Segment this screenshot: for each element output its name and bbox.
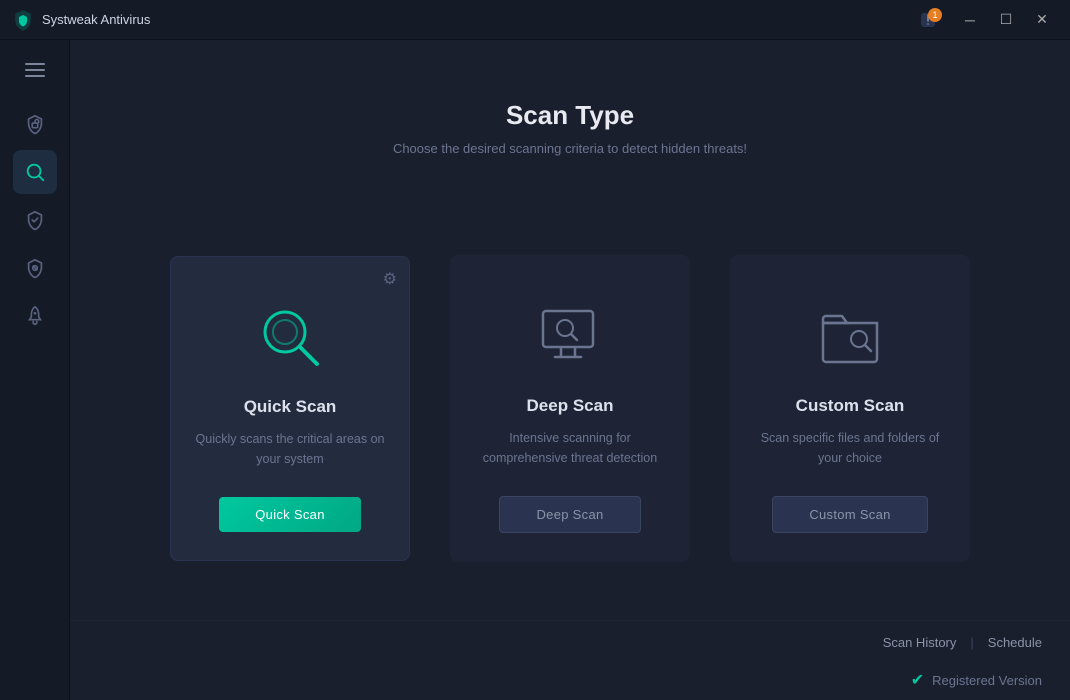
shield-check-icon	[24, 209, 46, 231]
content-area: Scan Type Choose the desired scanning cr…	[70, 40, 1070, 700]
footer: Scan History | Schedule	[70, 620, 1070, 660]
quick-scan-title: Quick Scan	[244, 397, 337, 417]
bottom-bar: ✔ Registered Version	[70, 660, 1070, 700]
rocket-icon	[24, 305, 46, 327]
titlebar: Systweak Antivirus 1 ─ ☐ ✕	[0, 0, 1070, 40]
page-subtitle: Choose the desired scanning criteria to …	[70, 141, 1070, 156]
custom-scan-button[interactable]: Custom Scan	[772, 496, 927, 533]
quick-scan-button[interactable]: Quick Scan	[219, 497, 360, 532]
registered-icon: ✔	[911, 670, 924, 690]
deep-scan-icon	[530, 296, 610, 376]
scan-cards-container: ⚙ Quick Scan Quickly scans the critical …	[70, 196, 1070, 620]
shield-lock-icon	[24, 113, 46, 135]
quick-scan-desc: Quickly scans the critical areas on your…	[191, 429, 389, 469]
app-logo: Systweak Antivirus	[12, 9, 150, 31]
shield-block-icon	[24, 257, 46, 279]
search-icon	[24, 161, 46, 183]
deep-scan-button[interactable]: Deep Scan	[499, 496, 640, 533]
app-icon	[12, 9, 34, 31]
sidebar-item-security[interactable]	[13, 198, 57, 242]
custom-scan-title: Custom Scan	[796, 396, 905, 416]
footer-links: Scan History | Schedule	[883, 635, 1042, 650]
notification-button[interactable]: 1	[912, 6, 944, 34]
sidebar-item-protection[interactable]	[13, 102, 57, 146]
schedule-link[interactable]: Schedule	[988, 635, 1042, 650]
card-settings-icon[interactable]: ⚙	[383, 269, 397, 289]
sidebar-item-boost[interactable]	[13, 294, 57, 338]
hamburger-menu[interactable]	[13, 50, 57, 90]
custom-scan-card[interactable]: Custom Scan Scan specific files and fold…	[730, 255, 970, 562]
custom-scan-desc: Scan specific files and folders of your …	[751, 428, 949, 468]
deep-scan-title: Deep Scan	[527, 396, 614, 416]
hamburger-icon	[25, 63, 45, 77]
footer-divider: |	[970, 635, 973, 650]
window-controls: 1 ─ ☐ ✕	[912, 6, 1058, 34]
page-header: Scan Type Choose the desired scanning cr…	[70, 40, 1070, 196]
maximize-button[interactable]: ☐	[990, 6, 1022, 34]
sidebar-item-block[interactable]	[13, 246, 57, 290]
main-layout: Scan Type Choose the desired scanning cr…	[0, 40, 1070, 700]
app-title: Systweak Antivirus	[42, 12, 150, 27]
scan-history-link[interactable]: Scan History	[883, 635, 957, 650]
page-title: Scan Type	[70, 100, 1070, 131]
sidebar	[0, 40, 70, 700]
deep-scan-card[interactable]: Deep Scan Intensive scanning for compreh…	[450, 255, 690, 562]
deep-scan-desc: Intensive scanning for comprehensive thr…	[471, 428, 669, 468]
quick-scan-icon	[250, 297, 330, 377]
custom-scan-icon	[810, 296, 890, 376]
notification-badge: 1	[928, 8, 942, 22]
quick-scan-card[interactable]: ⚙ Quick Scan Quickly scans the critical …	[170, 256, 410, 561]
sidebar-item-scan[interactable]	[13, 150, 57, 194]
minimize-button[interactable]: ─	[954, 6, 986, 34]
registered-text: Registered Version	[932, 673, 1042, 688]
close-button[interactable]: ✕	[1026, 6, 1058, 34]
